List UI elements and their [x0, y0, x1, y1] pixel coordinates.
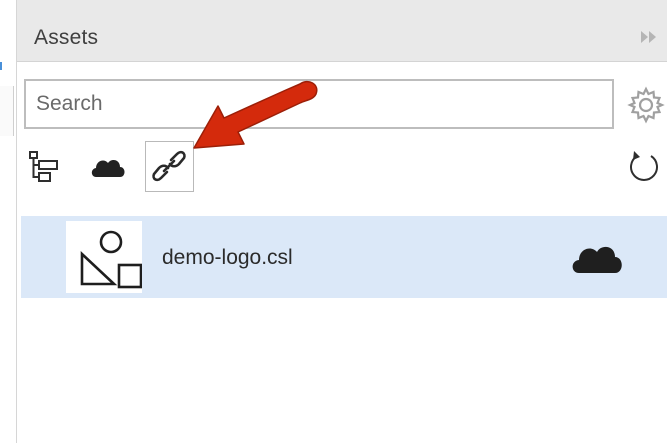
hierarchy-view-button[interactable] — [26, 147, 66, 187]
hierarchy-icon — [29, 151, 58, 182]
panel-title: Assets — [34, 26, 99, 49]
cloud-filter-button[interactable] — [88, 147, 128, 187]
annotation-arrow-icon — [193, 80, 318, 149]
asset-list-item[interactable]: demo-logo.csl — [21, 216, 667, 298]
collapse-panel-icon[interactable] — [639, 30, 659, 44]
asset-name: demo-logo.csl — [162, 246, 293, 269]
assets-panel: Assets Search demo-logo.csl — [16, 0, 667, 443]
cloud-icon — [91, 159, 125, 177]
asset-thumbnail — [66, 221, 143, 293]
settings-gear-icon[interactable] — [627, 86, 665, 124]
shapes-icon — [80, 230, 143, 289]
screen: Assets Search demo-logo.csl — [0, 0, 667, 443]
refresh-icon — [630, 151, 658, 181]
cloud-status-icon — [572, 246, 622, 273]
edge-tab[interactable] — [0, 86, 14, 136]
panel-header: Assets — [17, 0, 667, 62]
refresh-button[interactable] — [624, 147, 664, 187]
adjacent-panel-edge — [0, 0, 16, 443]
edge-indicator — [0, 62, 2, 70]
